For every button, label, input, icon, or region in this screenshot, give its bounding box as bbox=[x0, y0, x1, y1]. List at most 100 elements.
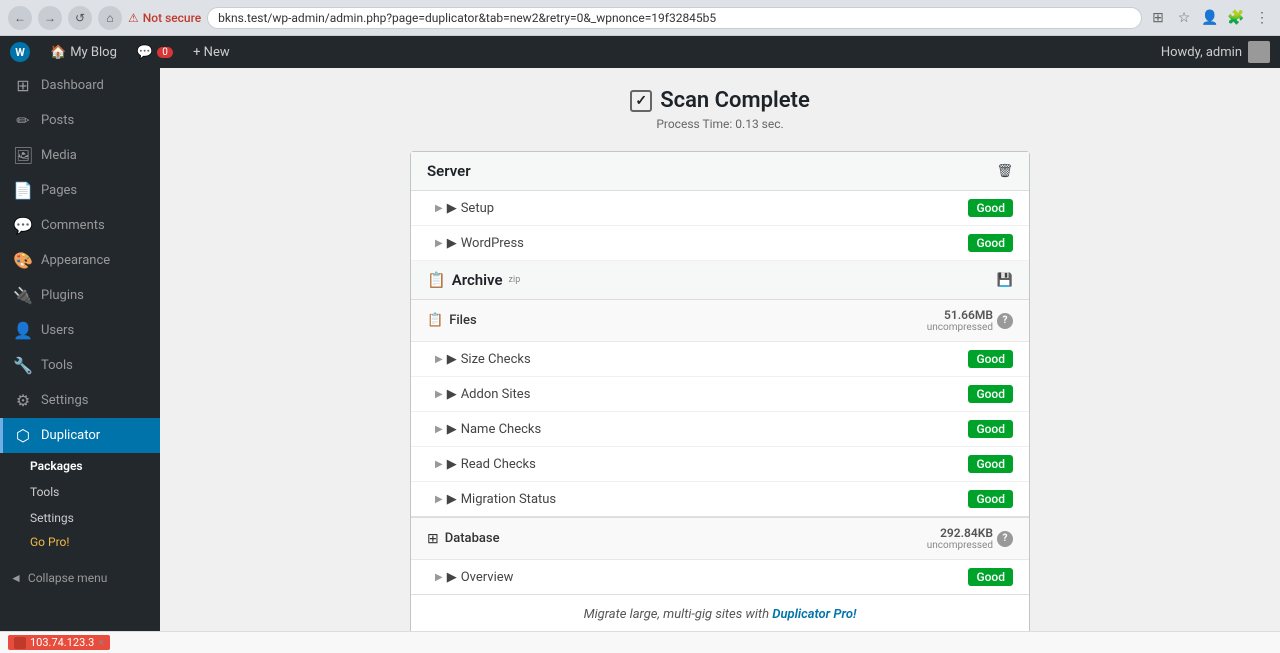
size-checks-label: ▶ Size Checks bbox=[435, 352, 968, 367]
sidebar-item-duplicator[interactable]: ⬡ Duplicator bbox=[0, 418, 160, 453]
files-help-icon[interactable]: ? bbox=[997, 313, 1013, 329]
sidebar-item-dashboard[interactable]: ⊞ Dashboard bbox=[0, 68, 160, 103]
appearance-icon: 🎨 bbox=[13, 251, 33, 270]
plugins-icon: 🔌 bbox=[13, 286, 33, 305]
sidebar-sub-packages[interactable]: Packages bbox=[0, 453, 160, 479]
sidebar-sub-settings[interactable]: Settings bbox=[0, 505, 160, 531]
scan-complete-title: ✓ Scan Complete bbox=[630, 88, 810, 113]
sidebar-item-tools[interactable]: 🔧 Tools bbox=[0, 348, 160, 383]
wordpress-expand-icon[interactable]: ▶ bbox=[447, 236, 457, 251]
sidebar-item-comments[interactable]: 💬 Comments bbox=[0, 208, 160, 243]
my-blog-item[interactable]: 🏠 My Blog bbox=[40, 36, 127, 68]
wordpress-status-badge: Good bbox=[968, 234, 1013, 252]
scan-checkbox: ✓ bbox=[630, 90, 652, 112]
setup-expand-icon[interactable]: ▶ bbox=[447, 201, 457, 216]
sidebar-item-pages[interactable]: 📄 Pages bbox=[0, 173, 160, 208]
home-button[interactable]: ⌂ bbox=[98, 6, 122, 30]
new-label: + New bbox=[193, 45, 230, 60]
migration-status-expand-icon[interactable]: ▶ bbox=[447, 492, 457, 507]
wp-layout: ⊞ Dashboard ✏ Posts 🖼 Media 📄 Pages 💬 Co… bbox=[0, 68, 1280, 653]
read-checks-row: ▶ Read Checks Good bbox=[411, 447, 1029, 482]
sidebar-dashboard-label: Dashboard bbox=[41, 78, 104, 93]
wp-admin-bar: W 🏠 My Blog 💬 0 + New Howdy, admin bbox=[0, 36, 1280, 68]
new-item[interactable]: + New bbox=[183, 36, 240, 68]
database-label: ⊞ Database bbox=[427, 531, 927, 547]
comments-item[interactable]: 💬 0 bbox=[127, 36, 183, 68]
dashboard-icon: ⊞ bbox=[13, 76, 33, 95]
sidebar-settings-label: Settings bbox=[41, 393, 88, 408]
status-ip-text: 103.74.123.3 bbox=[30, 636, 94, 649]
sidebar-media-label: Media bbox=[41, 148, 77, 163]
addon-sites-row: ▶ Addon Sites Good bbox=[411, 377, 1029, 412]
collapse-label: Collapse menu bbox=[28, 571, 107, 585]
sidebar-item-plugins[interactable]: 🔌 Plugins bbox=[0, 278, 160, 313]
sidebar-pages-label: Pages bbox=[41, 183, 77, 198]
extensions-icon[interactable]: ⊞ bbox=[1148, 8, 1168, 28]
address-bar[interactable]: bkns.test/wp-admin/admin.php?page=duplic… bbox=[207, 7, 1142, 29]
comment-icon: 💬 bbox=[137, 45, 153, 60]
wp-logo-item[interactable]: W bbox=[0, 36, 40, 68]
go-pro-link[interactable]: Go Pro! bbox=[0, 531, 160, 559]
tools-icon: 🔧 bbox=[13, 356, 33, 375]
collapse-menu-button[interactable]: ◄ Collapse menu bbox=[0, 563, 160, 593]
read-checks-expand-icon[interactable]: ▶ bbox=[447, 457, 457, 472]
reload-button[interactable]: ↺ bbox=[68, 6, 92, 30]
profile-icon[interactable]: 👤 bbox=[1200, 8, 1220, 28]
status-ip-badge: 103.74.123.3 × bbox=[8, 635, 110, 650]
sidebar-sub-tools-label: Tools bbox=[30, 485, 59, 499]
database-help-icon[interactable]: ? bbox=[997, 531, 1013, 547]
home-icon: 🏠 bbox=[50, 45, 66, 60]
howdy-text: Howdy, admin bbox=[1161, 45, 1242, 60]
sidebar-item-appearance[interactable]: 🎨 Appearance bbox=[0, 243, 160, 278]
files-row: 📋 Files 51.66MB uncompressed ? bbox=[411, 300, 1029, 342]
addon-sites-status: Good bbox=[968, 385, 1013, 403]
sidebar-users-label: Users bbox=[41, 323, 74, 338]
scan-complete-header: ✓ Scan Complete Process Time: 0.13 sec. bbox=[630, 88, 810, 131]
overview-status: Good bbox=[968, 568, 1013, 586]
sidebar-item-users[interactable]: 👤 Users bbox=[0, 313, 160, 348]
server-title: Server bbox=[427, 162, 471, 180]
status-bar: 103.74.123.3 × bbox=[0, 631, 1280, 653]
migration-status-status: Good bbox=[968, 490, 1013, 508]
back-button[interactable]: ← bbox=[8, 6, 32, 30]
size-checks-row: ▶ Size Checks Good bbox=[411, 342, 1029, 377]
addon-sites-label: ▶ Addon Sites bbox=[435, 387, 968, 402]
plugin-icon[interactable]: 🧩 bbox=[1226, 8, 1246, 28]
browser-bar: ← → ↺ ⌂ ⚠ Not secure bkns.test/wp-admin/… bbox=[0, 0, 1280, 36]
duplicator-icon: ⬡ bbox=[13, 426, 33, 445]
server-icon: 🗑 bbox=[996, 164, 1013, 179]
size-checks-expand-icon[interactable]: ▶ bbox=[447, 352, 457, 367]
posts-icon: ✏ bbox=[13, 111, 33, 130]
checkmark-icon: ✓ bbox=[635, 93, 647, 109]
menu-icon[interactable]: ⋮ bbox=[1252, 8, 1272, 28]
collapse-icon: ◄ bbox=[10, 571, 22, 585]
archive-title: 📋 Archive zip bbox=[427, 271, 520, 289]
status-close-icon[interactable]: × bbox=[98, 636, 104, 649]
archive-doc-icon: 📋 bbox=[427, 271, 446, 289]
database-size: 292.84KB uncompressed bbox=[927, 526, 993, 551]
zip-label: zip bbox=[509, 275, 521, 285]
sidebar-item-posts[interactable]: ✏ Posts bbox=[0, 103, 160, 138]
wp-logo: W bbox=[10, 42, 30, 62]
server-title-text: Server bbox=[427, 162, 471, 180]
sidebar-item-settings[interactable]: ⚙ Settings bbox=[0, 383, 160, 418]
sidebar-appearance-label: Appearance bbox=[41, 253, 110, 268]
forward-button[interactable]: → bbox=[38, 6, 62, 30]
comments-count: 0 bbox=[157, 47, 173, 58]
media-icon: 🖼 bbox=[13, 146, 33, 165]
sidebar-item-media[interactable]: 🖼 Media bbox=[0, 138, 160, 173]
sidebar-comments-label: Comments bbox=[41, 218, 105, 233]
database-section: ⊞ Database 292.84KB uncompressed ? ▶ Ove… bbox=[411, 517, 1029, 594]
name-checks-status: Good bbox=[968, 420, 1013, 438]
wordpress-label: ▶ WordPress bbox=[435, 236, 968, 251]
duplicator-pro-link[interactable]: Duplicator Pro! bbox=[772, 607, 856, 622]
sidebar-duplicator-label: Duplicator bbox=[41, 428, 100, 443]
bookmark-icon[interactable]: ☆ bbox=[1174, 8, 1194, 28]
users-icon: 👤 bbox=[13, 321, 33, 340]
migration-status-label: ▶ Migration Status bbox=[435, 492, 968, 507]
overview-expand-icon[interactable]: ▶ bbox=[447, 570, 457, 585]
addon-sites-expand-icon[interactable]: ▶ bbox=[447, 387, 457, 402]
sidebar-sub-tools[interactable]: Tools bbox=[0, 479, 160, 505]
sidebar-sub-settings-label: Settings bbox=[30, 511, 74, 525]
name-checks-expand-icon[interactable]: ▶ bbox=[447, 422, 457, 437]
